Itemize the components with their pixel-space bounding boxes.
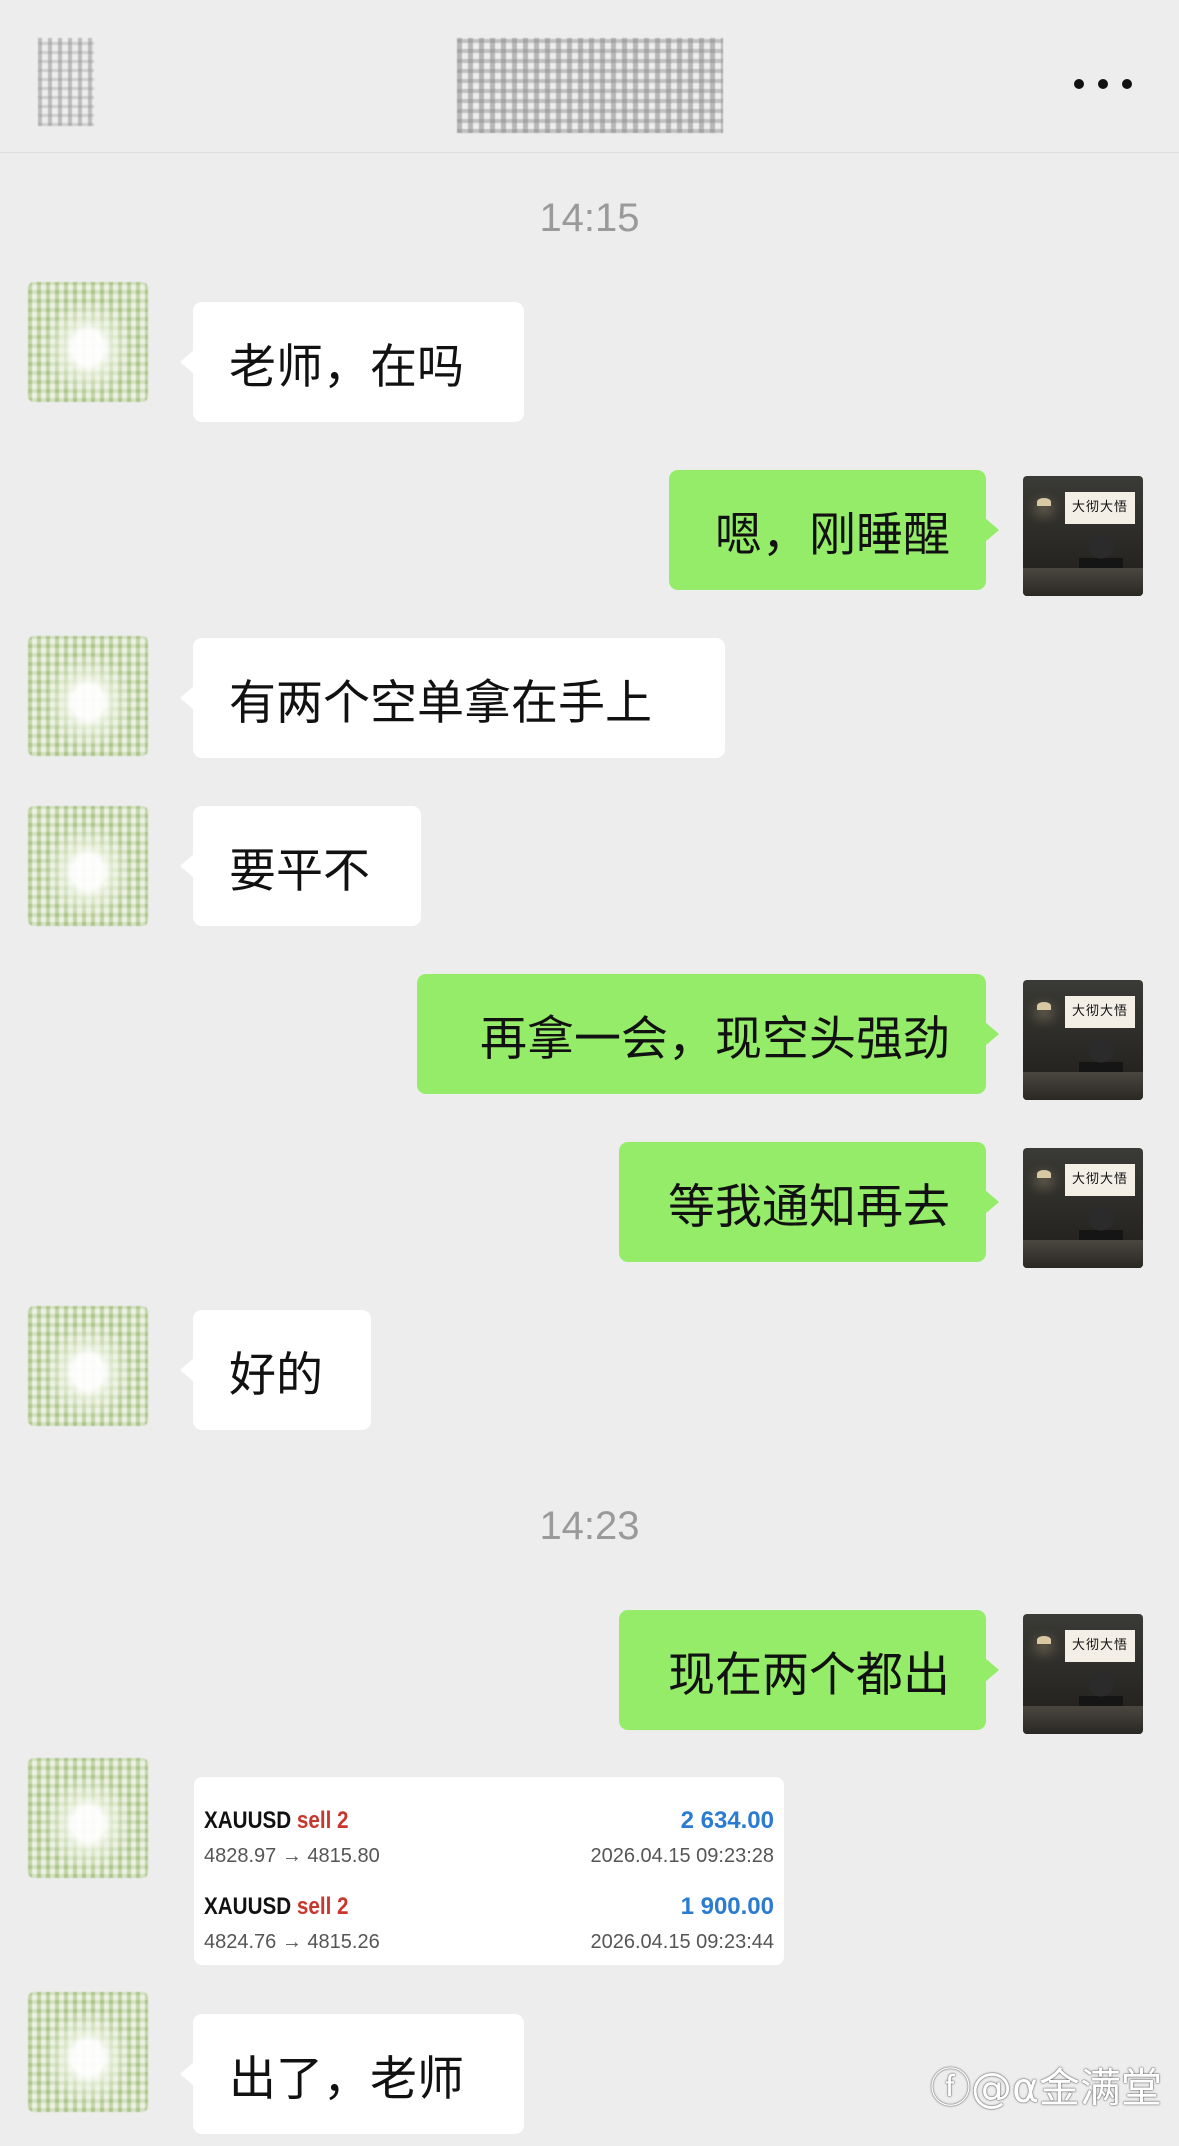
my-avatar[interactable]: 大彻大悟	[1023, 476, 1143, 596]
lamp-icon	[1037, 1170, 1051, 1178]
contact-avatar[interactable]	[28, 806, 148, 926]
trade-symbol: XAUUSD	[204, 1807, 292, 1834]
lamp-icon	[1037, 1002, 1051, 1010]
outgoing-message-bubble[interactable]: 现在两个都出	[619, 1610, 999, 1730]
message-text: 老师，在吗	[229, 339, 464, 395]
lamp-icon	[1037, 1636, 1051, 1644]
avatar-sign: 大彻大悟	[1065, 1630, 1135, 1662]
trade-symbol: XAUUSD	[204, 1893, 292, 1920]
avatar-sign: 大彻大悟	[1065, 492, 1135, 524]
back-icon[interactable]	[38, 38, 94, 126]
trade-prices: 4828.97 → 4815.80	[204, 1845, 380, 1867]
my-avatar[interactable]: 大彻大悟	[1023, 980, 1143, 1100]
message-text: 再拿一会，现空头强劲	[480, 1011, 950, 1067]
contact-avatar[interactable]	[28, 1758, 148, 1878]
trade-profit: 2 634.00	[680, 1807, 774, 1834]
trade-screenshot-card[interactable]: XAUUSD sell 2 2 634.00 4828.97 → 4815.80…	[194, 1777, 784, 1965]
my-avatar[interactable]: 大彻大悟	[1023, 1148, 1143, 1268]
message-text: 等我通知再去	[668, 1179, 950, 1235]
desk-shape	[1023, 1240, 1143, 1268]
incoming-message-bubble[interactable]: 要平不	[180, 806, 421, 926]
trade-time: 2026.04.15 09:23:28	[590, 1845, 774, 1867]
contact-avatar[interactable]	[28, 1306, 148, 1426]
message-text: 出了，老师	[229, 2051, 464, 2107]
avatar-sign: 大彻大悟	[1065, 996, 1135, 1028]
chat-title	[457, 38, 723, 133]
incoming-message-bubble[interactable]: 好的	[180, 1310, 371, 1430]
desk-shape	[1023, 1706, 1143, 1734]
message-text: 有两个空单拿在手上	[229, 675, 652, 731]
message-text: 要平不	[229, 843, 370, 899]
incoming-message-bubble[interactable]: 老师，在吗	[180, 302, 524, 422]
chat-header	[0, 0, 1179, 153]
trade-profit: 1 900.00	[680, 1893, 774, 1920]
my-avatar[interactable]: 大彻大悟	[1023, 1614, 1143, 1734]
lamp-icon	[1037, 498, 1051, 506]
watermark-text: ⓕ@α金满堂	[930, 2064, 1163, 2112]
trade-side: sell 2	[296, 1893, 349, 1920]
incoming-message-bubble[interactable]: 出了，老师	[180, 2014, 524, 2134]
desk-shape	[1023, 1072, 1143, 1100]
outgoing-message-bubble[interactable]: 嗯，刚睡醒	[669, 470, 999, 590]
more-icon[interactable]	[1074, 78, 1132, 90]
message-timestamp: 14:23	[539, 1504, 640, 1548]
incoming-message-bubble[interactable]: 有两个空单拿在手上	[180, 638, 725, 758]
trade-time: 2026.04.15 09:23:44	[590, 1931, 774, 1953]
message-text: 现在两个都出	[668, 1647, 950, 1703]
outgoing-message-bubble[interactable]: 等我通知再去	[619, 1142, 999, 1262]
trade-prices: 4824.76 → 4815.26	[204, 1931, 380, 1953]
message-timestamp: 14:15	[539, 196, 640, 240]
contact-avatar[interactable]	[28, 1992, 148, 2112]
contact-avatar[interactable]	[28, 282, 148, 402]
trade-row: XAUUSD sell 2 1 900.00 4824.76 → 4815.26…	[204, 1893, 774, 1963]
message-text: 好的	[229, 1347, 323, 1403]
outgoing-message-bubble[interactable]: 再拿一会，现空头强劲	[417, 974, 999, 1094]
contact-avatar[interactable]	[28, 636, 148, 756]
desk-shape	[1023, 568, 1143, 596]
trade-row: XAUUSD sell 2 2 634.00 4828.97 → 4815.80…	[204, 1807, 774, 1877]
trade-side: sell 2	[296, 1807, 349, 1834]
message-text: 嗯，刚睡醒	[715, 507, 950, 563]
avatar-sign: 大彻大悟	[1065, 1164, 1135, 1196]
